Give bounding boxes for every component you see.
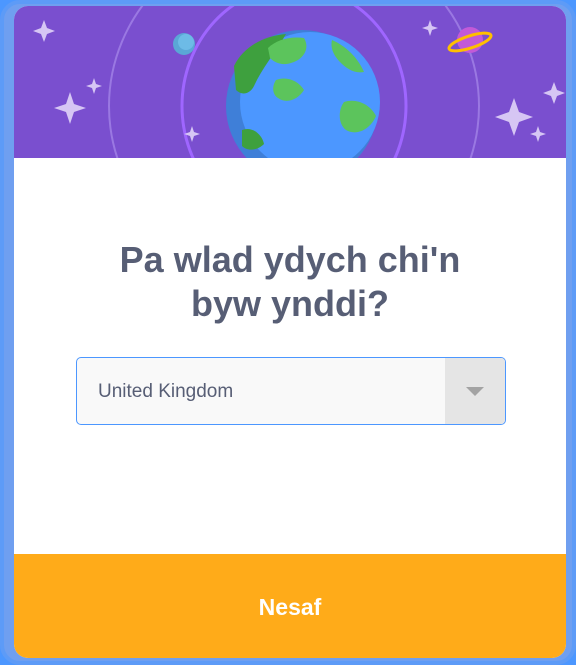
- dialog-body: Pa wlad ydych chi'n byw ynddi? United Ki…: [14, 6, 566, 658]
- next-button[interactable]: Nesaf: [14, 554, 566, 658]
- country-select-value: United Kingdom: [98, 381, 234, 402]
- dialog-content: Pa wlad ydych chi'n byw ynddi? United Ki…: [14, 158, 566, 554]
- moon-icon: [173, 33, 195, 55]
- country-question: Pa wlad ydych chi'n byw ynddi?: [119, 239, 461, 324]
- country-select[interactable]: United Kingdom: [76, 357, 506, 425]
- space-illustration: [33, 6, 565, 158]
- country-select-toggle[interactable]: [445, 358, 505, 424]
- country-dialog: Pa wlad ydych chi'n byw ynddi? United Ki…: [0, 0, 576, 665]
- hero-banner: [14, 6, 566, 158]
- planet-icon: [447, 27, 493, 53]
- chevron-down-icon: [466, 387, 484, 396]
- earth-icon: [226, 30, 380, 158]
